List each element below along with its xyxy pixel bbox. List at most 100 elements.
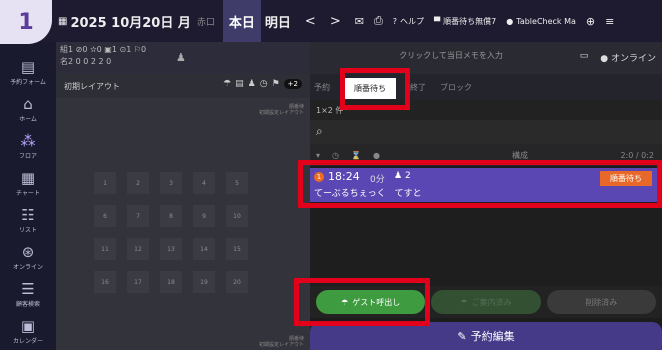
edit-reservation-label: 予約編集 xyxy=(470,330,515,343)
delete-button[interactable]: 削除済み xyxy=(546,290,656,314)
table-grid: 1 2 3 4 5 6 7 8 9 10 11 12 13 14 15 16 17 18 19 20 xyxy=(94,172,248,293)
daily-memo-input[interactable]: クリックして当日メモを入力 xyxy=(330,50,572,61)
flag-icon[interactable]: ⚑ xyxy=(272,79,280,89)
memo-right-group: ▭ ● オンライン xyxy=(580,51,656,64)
date-display[interactable]: 2025 10月20日 月 xyxy=(70,12,190,31)
menu-icon[interactable]: ≡ xyxy=(605,15,614,28)
help-button[interactable]: ? ヘルプ xyxy=(393,16,424,27)
pencil-icon: ✎ xyxy=(457,329,467,343)
table-cell[interactable]: 6 xyxy=(94,205,116,227)
sidebar-item-floor[interactable]: ⁂ フロア xyxy=(0,128,56,165)
hourglass-icon[interactable]: ⌛ xyxy=(351,151,361,160)
sidebar-item-customer-search[interactable]: ☰ 顧客検索 xyxy=(0,276,56,313)
sidebar-item-calendar[interactable]: ▣ カレンダー xyxy=(0,313,56,350)
search-icon: ⌕ xyxy=(316,124,323,138)
seated-button[interactable]: ☂ ご案内済み xyxy=(431,290,541,314)
table-cell[interactable]: 18 xyxy=(160,271,182,293)
table-cell[interactable]: 5 xyxy=(226,172,248,194)
umbrella-icon[interactable]: ☂ xyxy=(223,79,231,89)
help-label: ヘルプ xyxy=(400,16,425,26)
table-cell[interactable]: 2 xyxy=(127,172,149,194)
account-menu[interactable]: ● TableCheck Ma xyxy=(506,17,576,26)
calendar-icon: ▣ xyxy=(20,317,36,335)
tab-blocks[interactable]: ブロック xyxy=(440,82,472,93)
clock-icon[interactable]: ◷ xyxy=(260,79,268,89)
app-window: 1 ▦ 2025 10月20日 月 赤口 本日 明日 < > ✉ ⎙ ? ヘルプ … xyxy=(0,0,662,350)
prev-day-button[interactable]: < xyxy=(305,14,316,29)
table-cell[interactable]: 12 xyxy=(127,238,149,260)
layout-tab[interactable]: 初期レイアウト xyxy=(64,81,120,92)
waitlist-icon: ▀ xyxy=(434,16,441,26)
table-cell[interactable]: 1 xyxy=(94,172,116,194)
online-status-icon: ● xyxy=(600,54,609,64)
table-cell[interactable]: 3 xyxy=(160,172,182,194)
sidebar-item-label: 顧客検索 xyxy=(15,301,40,308)
highlight-call-guest xyxy=(294,278,430,326)
monitor-icon[interactable]: ▭ xyxy=(580,51,589,64)
print-icon[interactable]: ⎙ xyxy=(374,14,383,28)
sidebar-item-label: カレンダー xyxy=(12,338,43,345)
table-cell[interactable]: 4 xyxy=(193,172,215,194)
sidebar-item-chart[interactable]: ▦ チャート xyxy=(0,165,56,202)
customer-icon: ☰ xyxy=(21,280,35,298)
tab-reservations[interactable]: 予約 xyxy=(314,82,330,93)
online-status[interactable]: ● オンライン xyxy=(600,51,656,64)
table-cell[interactable]: 9 xyxy=(193,205,215,227)
table-cell[interactable]: 13 xyxy=(160,238,182,260)
sidebar-item-label: ホーム xyxy=(19,116,37,123)
sidebar-item-label: フロア xyxy=(18,153,37,160)
rokuyo-label: 赤口 xyxy=(196,17,215,28)
floor-note-sub: 初期設定レイアウト xyxy=(258,110,304,116)
tomorrow-button[interactable]: 明日 xyxy=(265,12,291,31)
table-cell[interactable]: 8 xyxy=(160,205,182,227)
table-cell[interactable]: 15 xyxy=(226,238,248,260)
list-icon: ☷ xyxy=(21,206,35,224)
table-cell[interactable]: 14 xyxy=(193,238,215,260)
list-col-time: 2:0 / 0:2 xyxy=(620,150,654,160)
help-icon: ? xyxy=(392,16,398,26)
sidebar-item-list[interactable]: ☷ リスト xyxy=(0,202,56,239)
edit-reservation-button[interactable]: ✎ 予約編集 xyxy=(310,322,662,350)
table-cell[interactable]: 7 xyxy=(127,205,149,227)
home-icon: ⌂ xyxy=(23,95,33,113)
online-status-label: オンライン xyxy=(610,54,656,64)
calendar-icon[interactable]: ▦ xyxy=(58,16,67,27)
person-settings-icon[interactable]: ♟ xyxy=(176,52,186,64)
highlight-reservation-row xyxy=(298,160,662,208)
account-label: TableCheck Ma xyxy=(516,16,576,26)
floor-note-sub: 初期設定レイアウト xyxy=(258,342,304,348)
person-icon[interactable]: ● xyxy=(373,151,380,160)
person-icon[interactable]: ♟ xyxy=(248,79,256,89)
tab-finished[interactable]: 終了 xyxy=(410,82,426,93)
sidebar-item-home[interactable]: ⌂ ホーム xyxy=(0,91,56,128)
sidebar-item-label: オンライン xyxy=(12,264,43,271)
sidebar-item-online[interactable]: ⊛ オンライン xyxy=(0,239,56,276)
waitlist-toggle[interactable]: ▀ 順番待ち無償7 xyxy=(434,16,496,27)
layout-filter-icons: ☂ ▤ ♟ ◷ ⚑ +2 xyxy=(223,79,302,89)
floor-icon: ⁂ xyxy=(20,132,36,150)
account-icon: ● xyxy=(506,16,514,26)
sidebar: ▤ 予約フォーム ⌂ ホーム ⁂ フロア ▦ チャート ☷ リスト ⊛ オンライン ☰ 顧客検… xyxy=(0,42,56,350)
clock-icon[interactable]: ◷ xyxy=(332,151,339,160)
table-cell[interactable]: 19 xyxy=(193,271,215,293)
list-col-name: 構成 xyxy=(511,150,528,160)
seated-label: ご案内済み xyxy=(471,297,512,307)
next-day-button[interactable]: > xyxy=(330,14,341,29)
card-icon[interactable]: ▤ xyxy=(235,79,244,89)
table-cell[interactable]: 16 xyxy=(94,271,116,293)
floor-note-bottom: 順番待 初期設定レイアウト xyxy=(259,336,304,348)
table-cell[interactable]: 11 xyxy=(94,238,116,260)
table-cell[interactable]: 20 xyxy=(226,271,248,293)
table-cell[interactable]: 10 xyxy=(226,205,248,227)
globe-icon[interactable]: ⊕ xyxy=(586,15,595,28)
more-count-badge[interactable]: +2 xyxy=(283,79,302,89)
top-bar: ▦ 2025 10月20日 月 赤口 本日 明日 < > ✉ ⎙ ? ヘルプ ▀ 順… xyxy=(0,0,662,42)
table-cell[interactable]: 17 xyxy=(127,271,149,293)
sort-icon[interactable]: ▾ xyxy=(316,151,320,160)
sidebar-item-reservation-form[interactable]: ▤ 予約フォーム xyxy=(0,54,56,91)
today-button[interactable]: 本日 xyxy=(222,0,261,42)
sidebar-item-label: 予約フォーム xyxy=(10,79,46,86)
mail-icon[interactable]: ✉ xyxy=(355,15,364,28)
search-field[interactable]: ⌕ xyxy=(310,120,662,144)
layout-bar: 初期レイアウト ☂ ▤ ♟ ◷ ⚑ +2 xyxy=(56,74,310,98)
